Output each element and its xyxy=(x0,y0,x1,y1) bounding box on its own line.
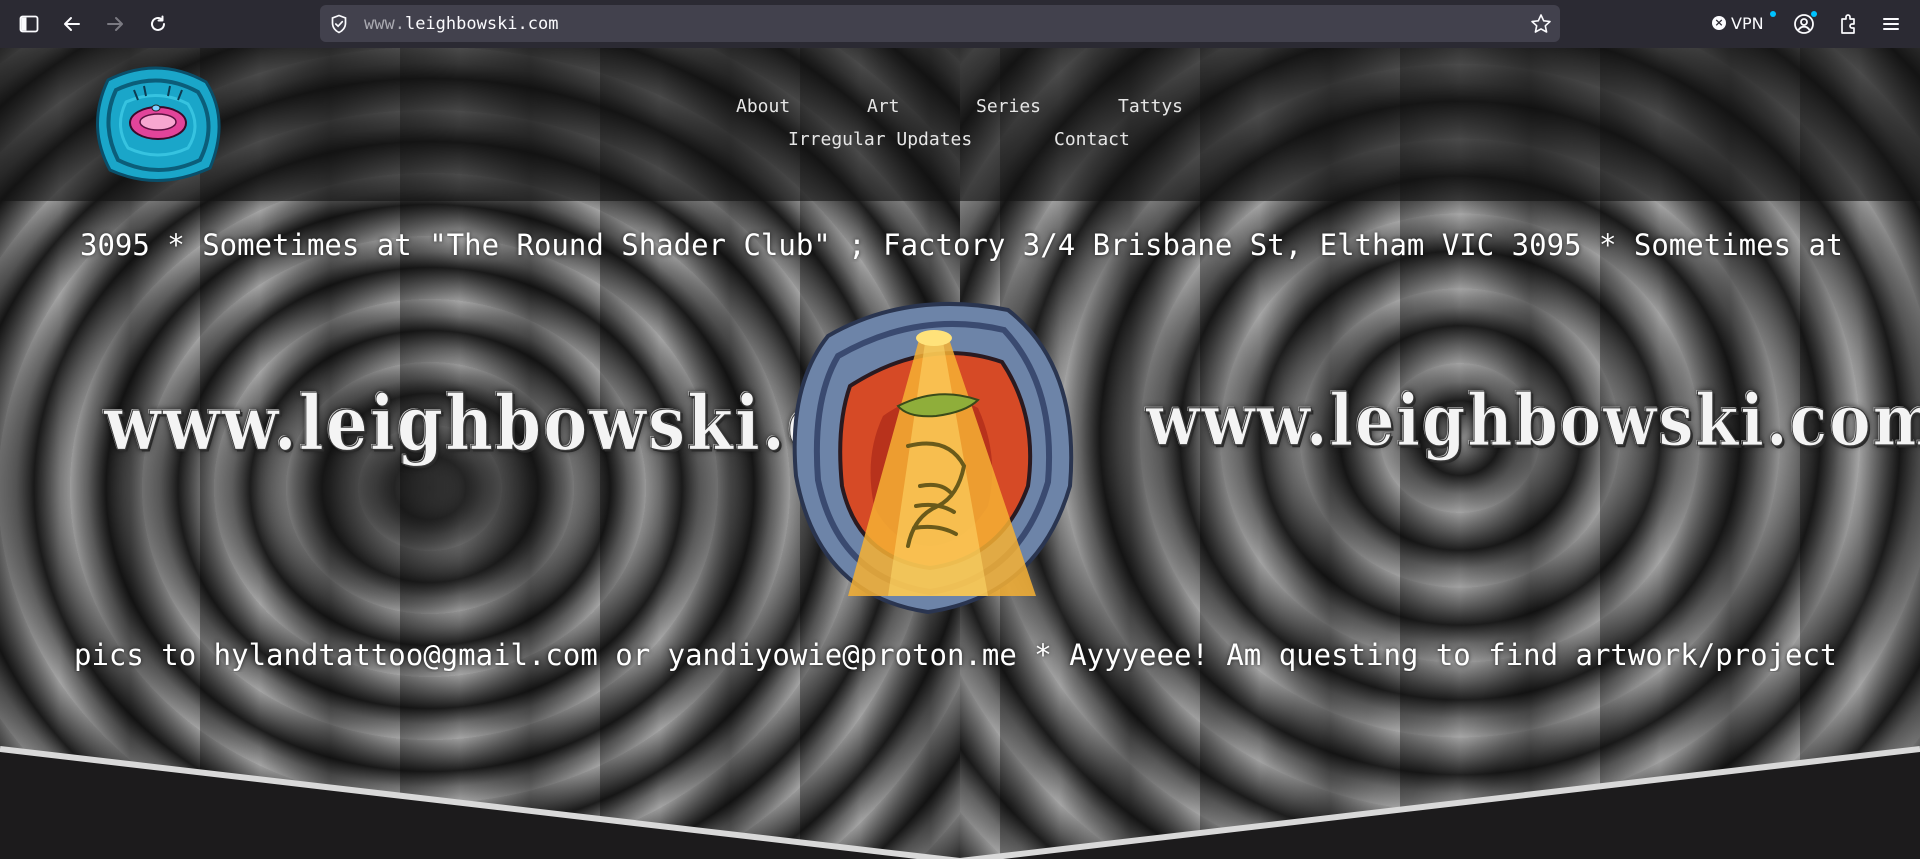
nav-art[interactable]: Art xyxy=(867,96,900,117)
webpage: About Art Series Tattys Irregular Update… xyxy=(0,48,1920,859)
browser-toolbar: www.leighbowski.com × VPN xyxy=(0,0,1920,48)
vpn-button[interactable]: × VPN xyxy=(1712,11,1764,35)
url-text[interactable]: www.leighbowski.com xyxy=(364,14,558,34)
nav-tattys[interactable]: Tattys xyxy=(1118,96,1183,117)
account-notification-dot xyxy=(1811,11,1817,17)
url-domain: leighbowski.com xyxy=(404,14,559,34)
nav-irregular-updates[interactable]: Irregular Updates xyxy=(788,129,972,150)
banner-right: www.leighbowski.com.au xyxy=(1145,378,1920,463)
site-logo[interactable] xyxy=(88,60,228,192)
vpn-notification-dot xyxy=(1770,11,1776,17)
menu-icon[interactable] xyxy=(1876,9,1906,39)
shield-icon[interactable] xyxy=(330,14,348,34)
footer-divider xyxy=(0,698,1920,859)
nav-series[interactable]: Series xyxy=(976,96,1041,117)
extensions-icon[interactable] xyxy=(1833,9,1863,39)
marquee-top: 3095 * Sometimes at "The Round Shader Cl… xyxy=(80,228,1840,262)
site-header: About Art Series Tattys Irregular Update… xyxy=(0,48,1920,201)
back-icon[interactable] xyxy=(57,9,87,39)
address-bar[interactable]: www.leighbowski.com xyxy=(320,5,1560,42)
nav-about[interactable]: About xyxy=(736,96,790,117)
url-prefix: www. xyxy=(364,14,405,34)
sidebar-icon[interactable] xyxy=(14,9,44,39)
forward-icon[interactable] xyxy=(100,9,130,39)
reload-icon[interactable] xyxy=(143,9,173,39)
hero-artwork xyxy=(788,296,1078,620)
vpn-status-icon: × xyxy=(1712,16,1726,30)
nav-contact[interactable]: Contact xyxy=(1054,129,1130,150)
bookmark-star-icon[interactable] xyxy=(1530,13,1552,35)
marquee-bottom: pics to hylandtattoo@gmail.com or yandiy… xyxy=(74,638,1834,672)
vpn-label: VPN xyxy=(1731,13,1764,33)
